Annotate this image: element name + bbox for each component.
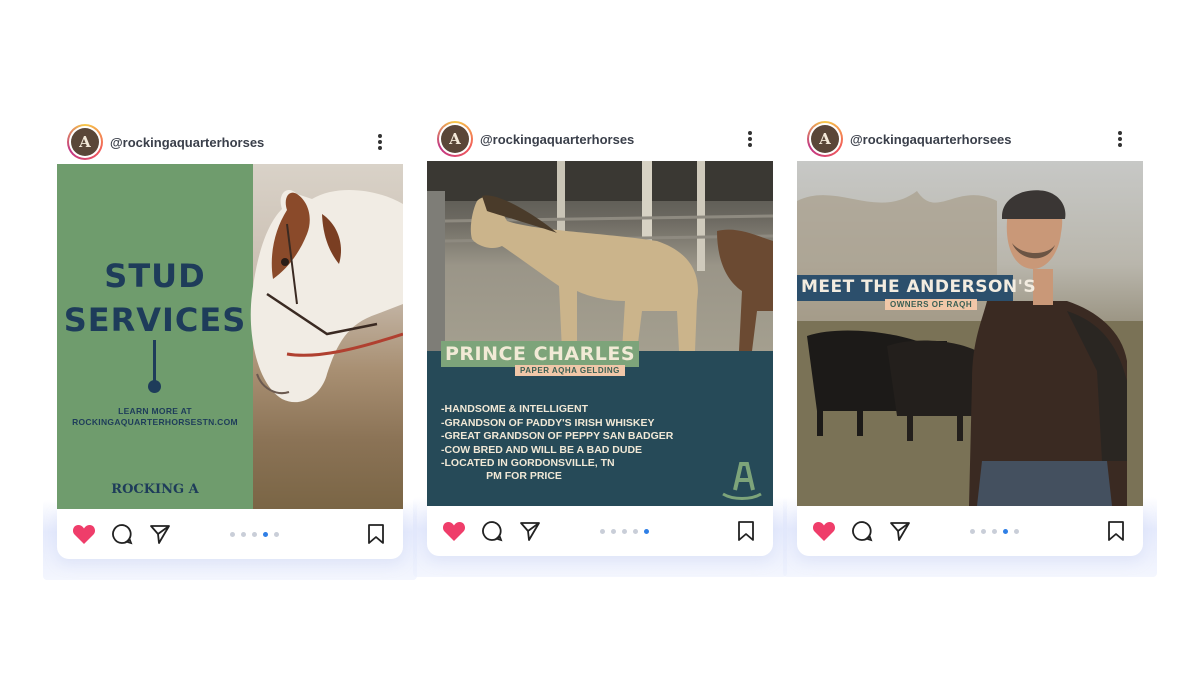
comment-icon[interactable]	[479, 518, 505, 544]
stud-services-title: STUD SERVICES	[63, 257, 247, 339]
bookmark-icon[interactable]	[733, 518, 759, 544]
learn-more-text: LEARN MORE AT ROCKINGAQUARTERHORSESTN.CO…	[72, 406, 238, 427]
rocking-horse-logo	[722, 462, 762, 500]
post-image: STUD SERVICES LEARN MORE AT ROCKINGAQUAR…	[57, 164, 403, 509]
horse-illustration	[250, 189, 403, 403]
feature-item: -HANDSOME & INTELLIGENT	[441, 403, 588, 415]
post-actions	[797, 506, 1143, 556]
share-icon[interactable]	[887, 518, 913, 544]
carousel-dots	[555, 528, 733, 534]
more-icon[interactable]	[1111, 128, 1129, 150]
feature-item: -GRANDSON OF PADDY'S IRISH WHISKEY	[441, 416, 655, 429]
more-icon[interactable]	[371, 131, 389, 153]
post-card-3: A @rockingaquarterhorsees MEET THE ANDER…	[783, 117, 1157, 577]
account-handle[interactable]: @rockingaquarterhorses	[110, 135, 371, 150]
brand-logo: ROCKING A	[111, 482, 199, 497]
carousel-dots	[925, 528, 1103, 534]
bookmark-icon[interactable]	[363, 521, 389, 547]
avatar[interactable]: A	[437, 121, 473, 157]
post-header: A @rockingaquarterhorsees	[797, 117, 1143, 161]
share-icon[interactable]	[147, 521, 173, 547]
heart-icon[interactable]	[71, 521, 97, 547]
post-card-1: A @rockingaquarterhorses STUD SERVICES L…	[43, 120, 417, 580]
horse-features-list: -HANDSOME & INTELLIGENT -GRANDSON OF PAD…	[441, 403, 673, 471]
price-cta: PM FOR PRICE	[486, 470, 562, 482]
account-handle[interactable]: @rockingaquarterhorsees	[850, 132, 1111, 147]
account-handle[interactable]: @rockingaquarterhorses	[480, 132, 741, 147]
heart-icon[interactable]	[811, 518, 837, 544]
post-image: PRINCE CHARLES PAPER AQHA GELDING -HANDS…	[427, 161, 773, 506]
horse-subtitle: PAPER AQHA GELDING	[520, 366, 620, 375]
comment-icon[interactable]	[109, 521, 135, 547]
post-header: A @rockingaquarterhorses	[427, 117, 773, 161]
meet-title: MEET THE ANDERSON'S	[801, 277, 1037, 297]
avatar[interactable]: A	[807, 121, 843, 157]
feature-item: -GREAT GRANDSON OF PEPPY SAN BADGER	[441, 430, 674, 442]
avatar[interactable]: A	[67, 124, 103, 160]
owners-subtitle: OWNERS OF RAQH	[890, 300, 973, 309]
carousel-dots	[185, 531, 363, 537]
share-icon[interactable]	[517, 518, 543, 544]
post-image: MEET THE ANDERSON'S OWNERS OF RAQH	[797, 161, 1143, 506]
instagram-posts-showcase: A @rockingaquarterhorses STUD SERVICES L…	[0, 0, 1200, 675]
owner-with-cattle-illustration	[797, 190, 1143, 506]
bookmark-icon[interactable]	[1103, 518, 1129, 544]
post-actions	[427, 506, 773, 556]
feature-item: -LOCATED IN GORDONSVILLE, TN	[441, 457, 615, 469]
comment-icon[interactable]	[849, 518, 875, 544]
horse-name: PRINCE CHARLES	[445, 343, 636, 365]
more-icon[interactable]	[741, 128, 759, 150]
horse-in-barn-illustration	[427, 161, 773, 351]
feature-item: -COW BRED AND WILL BE A BAD DUDE	[441, 443, 643, 456]
heart-icon[interactable]	[441, 518, 467, 544]
post-header: A @rockingaquarterhorses	[57, 120, 403, 164]
post-card-2: A @rockingaquarterhorses PRINCE CHARLES …	[413, 117, 787, 577]
post-actions	[57, 509, 403, 559]
